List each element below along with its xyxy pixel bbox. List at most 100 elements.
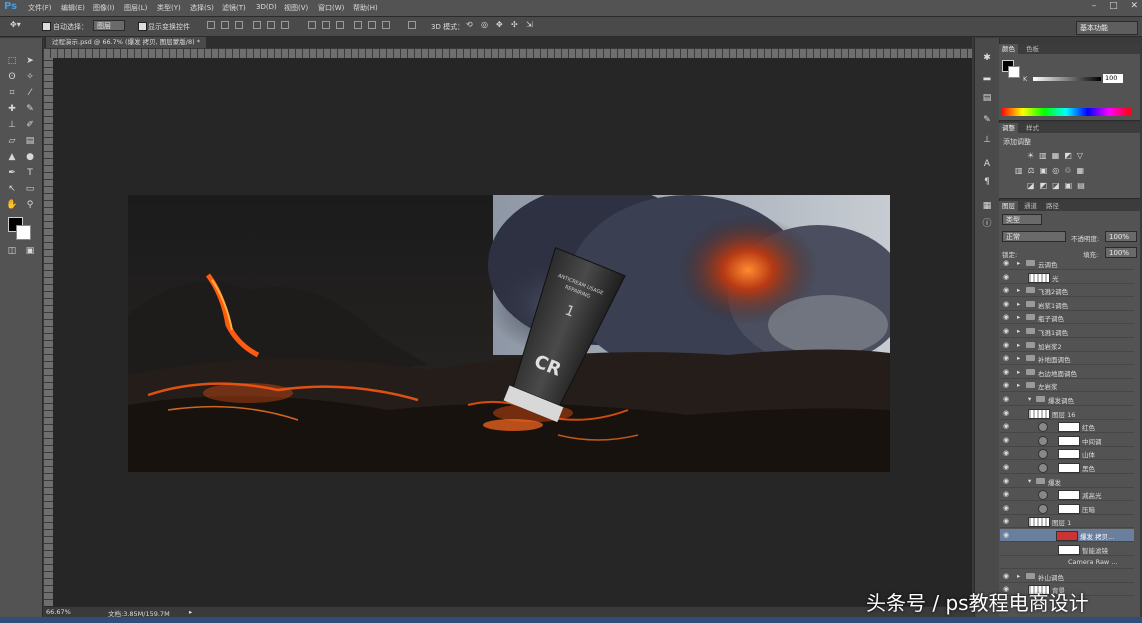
zoom-tool-icon[interactable]: ⚲ <box>24 199 36 211</box>
blur-tool-icon[interactable]: ▲ <box>6 151 18 163</box>
layer-row[interactable]: ◉ 图层 16 <box>1000 407 1134 420</box>
workspace-switcher[interactable]: 基本功能 <box>1076 21 1138 35</box>
history-brush-icon[interactable]: ✐ <box>24 119 36 131</box>
menu-filter[interactable]: 滤镜(T) <box>222 3 246 13</box>
layer-thumbnail[interactable] <box>1028 517 1050 527</box>
menu-edit[interactable]: 编辑(E) <box>61 3 85 13</box>
layer-filter-dropdown[interactable]: 类型 <box>1002 214 1042 225</box>
layer-row[interactable]: ◉ ▾ 爆发调色 <box>1000 393 1134 406</box>
layer-comps-icon[interactable]: ▦ <box>981 200 993 212</box>
layer-row[interactable]: ◉ 中间调 <box>1000 434 1134 447</box>
layer-row[interactable]: ◉ ▾ 爆发 <box>1000 475 1134 488</box>
brush-tool-icon[interactable]: ✎ <box>24 103 36 115</box>
distribute-hcenter-icon[interactable] <box>368 21 376 29</box>
healing-brush-icon[interactable]: ✚ <box>6 103 18 115</box>
distribute-left-icon[interactable] <box>354 21 362 29</box>
align-hcenter-icon[interactable] <box>267 21 275 29</box>
filter-mask-thumbnail[interactable] <box>1058 545 1080 555</box>
layer-row[interactable]: ◉ 图层 1 <box>1000 515 1134 528</box>
layer-row[interactable]: ◉ 减高光 <box>1000 488 1134 501</box>
layer-mask-thumbnail[interactable] <box>1058 422 1080 432</box>
3d-rotate-icon[interactable]: ⟲ <box>466 20 473 29</box>
visibility-eye-icon[interactable]: ◉ <box>1003 395 1011 403</box>
visibility-eye-icon[interactable] <box>1003 545 1011 553</box>
layer-mask-thumbnail[interactable] <box>1058 463 1080 473</box>
opacity-field[interactable]: 100% <box>1105 231 1137 242</box>
expand-arrow-icon[interactable]: ▸ <box>1017 259 1020 267</box>
visibility-eye-icon[interactable]: ◉ <box>1003 477 1011 485</box>
vertical-ruler[interactable] <box>44 58 53 606</box>
visibility-eye-icon[interactable]: ◉ <box>1003 286 1011 294</box>
maximize-icon[interactable]: □ <box>1109 1 1118 11</box>
dodge-tool-icon[interactable]: ● <box>24 151 36 163</box>
background-color-swatch[interactable] <box>16 225 31 240</box>
eyedropper-icon[interactable]: ⁄ <box>24 87 36 99</box>
move-tool-icon[interactable]: ✥▾ <box>10 20 21 29</box>
visibility-eye-icon[interactable]: ◉ <box>1003 409 1011 417</box>
visibility-eye-icon[interactable]: ◉ <box>1003 313 1011 321</box>
visibility-eye-icon[interactable]: ◉ <box>1003 572 1011 580</box>
status-menu-arrow-icon[interactable]: ▸ <box>189 608 192 616</box>
expand-arrow-icon[interactable]: ▸ <box>1017 381 1020 389</box>
distribute-vcenter-icon[interactable] <box>322 21 330 29</box>
adjustment-icons-row-3[interactable]: ◪◩◪▣▤ <box>1027 181 1090 190</box>
expand-arrow-icon[interactable]: ▸ <box>1017 368 1020 376</box>
crop-tool-icon[interactable]: ⌗ <box>6 87 18 99</box>
layer-thumbnail[interactable] <box>1028 273 1050 283</box>
visibility-eye-icon[interactable]: ◉ <box>1003 381 1011 389</box>
visibility-eye-icon[interactable]: ◉ <box>1003 259 1011 267</box>
path-select-icon[interactable]: ↖ <box>6 183 18 195</box>
visibility-eye-icon[interactable]: ◉ <box>1003 436 1011 444</box>
rectangle-tool-icon[interactable]: ▭ <box>24 183 36 195</box>
expand-arrow-icon[interactable]: ▾ <box>1028 395 1031 403</box>
layer-row[interactable]: ◉ ▸ 左岩浆 <box>1000 379 1134 392</box>
close-icon[interactable]: ✕ <box>1130 1 1138 11</box>
align-vcenter-icon[interactable] <box>221 21 229 29</box>
align-top-icon[interactable] <box>207 21 215 29</box>
3d-slide-icon[interactable]: ✣ <box>511 20 518 29</box>
type-tool-icon[interactable]: T <box>24 167 36 179</box>
color-spectrum[interactable] <box>1001 108 1131 116</box>
marquee-tool-icon[interactable]: ⬚ <box>6 55 18 67</box>
lasso-tool-icon[interactable]: ʘ <box>6 71 18 83</box>
document-tab[interactable]: 过程演示.psd @ 66.7% (爆发 拷贝, 图层蒙版/8) * <box>46 37 206 48</box>
tab-channels[interactable]: 通道 <box>1021 201 1040 211</box>
move-tool-icon[interactable]: ➤ <box>24 55 36 67</box>
menu-view[interactable]: 视图(V) <box>284 3 308 13</box>
visibility-eye-icon[interactable]: ◉ <box>1003 300 1011 308</box>
expand-arrow-icon[interactable]: ▸ <box>1017 300 1020 308</box>
layer-thumbnail[interactable] <box>1028 409 1050 419</box>
menu-window[interactable]: 窗口(W) <box>318 3 344 13</box>
tab-layers[interactable]: 图层 <box>999 201 1018 211</box>
layer-row[interactable]: ◉ 红色 <box>1000 420 1134 433</box>
layer-mask-thumbnail[interactable] <box>1058 436 1080 446</box>
layer-row[interactable]: ◉ ▸ 飞溅2调色 <box>1000 284 1134 297</box>
quick-mask-icon[interactable]: ◫ <box>6 245 18 257</box>
visibility-eye-icon[interactable]: ◉ <box>1003 504 1011 512</box>
visibility-eye-icon[interactable]: ◉ <box>1003 463 1011 471</box>
expand-arrow-icon[interactable]: ▸ <box>1017 572 1020 580</box>
menu-3d[interactable]: 3D(D) <box>256 3 277 11</box>
clone-stamp-icon[interactable]: ⊥ <box>6 119 18 131</box>
info-icon[interactable]: ⓘ <box>981 218 993 230</box>
menu-file[interactable]: 文件(F) <box>28 3 52 13</box>
tab-styles[interactable]: 样式 <box>1023 123 1042 133</box>
visibility-eye-icon[interactable]: ◉ <box>1003 490 1011 498</box>
layer-row[interactable]: ◉ ▸ 飞溅1调色 <box>1000 325 1134 338</box>
expand-arrow-icon[interactable]: ▸ <box>1017 341 1020 349</box>
history-icon[interactable]: ✱ <box>981 52 993 64</box>
expand-arrow-icon[interactable]: ▾ <box>1028 477 1031 485</box>
layer-row[interactable]: ◉ ▸ 补地面调色 <box>1000 352 1134 365</box>
layer-row[interactable]: Camera Raw ... <box>1000 556 1134 569</box>
layer-mask-thumbnail[interactable] <box>1058 490 1080 500</box>
visibility-eye-icon[interactable]: ◉ <box>1003 368 1011 376</box>
zoom-level[interactable]: 66.67% <box>46 608 71 616</box>
adjustment-icons-row-2[interactable]: ▥⚖▣◎♲▦ <box>1015 166 1089 175</box>
layer-mask-thumbnail[interactable] <box>1058 504 1080 514</box>
3d-pan-icon[interactable]: ✥ <box>496 20 503 29</box>
layer-row[interactable]: ◉ 爆发 拷贝... <box>1000 529 1134 542</box>
distribute-right-icon[interactable] <box>382 21 390 29</box>
3d-roll-icon[interactable]: ◎ <box>481 20 488 29</box>
layer-row[interactable]: ◉ 压暗 <box>1000 502 1134 515</box>
expand-arrow-icon[interactable]: ▸ <box>1017 286 1020 294</box>
